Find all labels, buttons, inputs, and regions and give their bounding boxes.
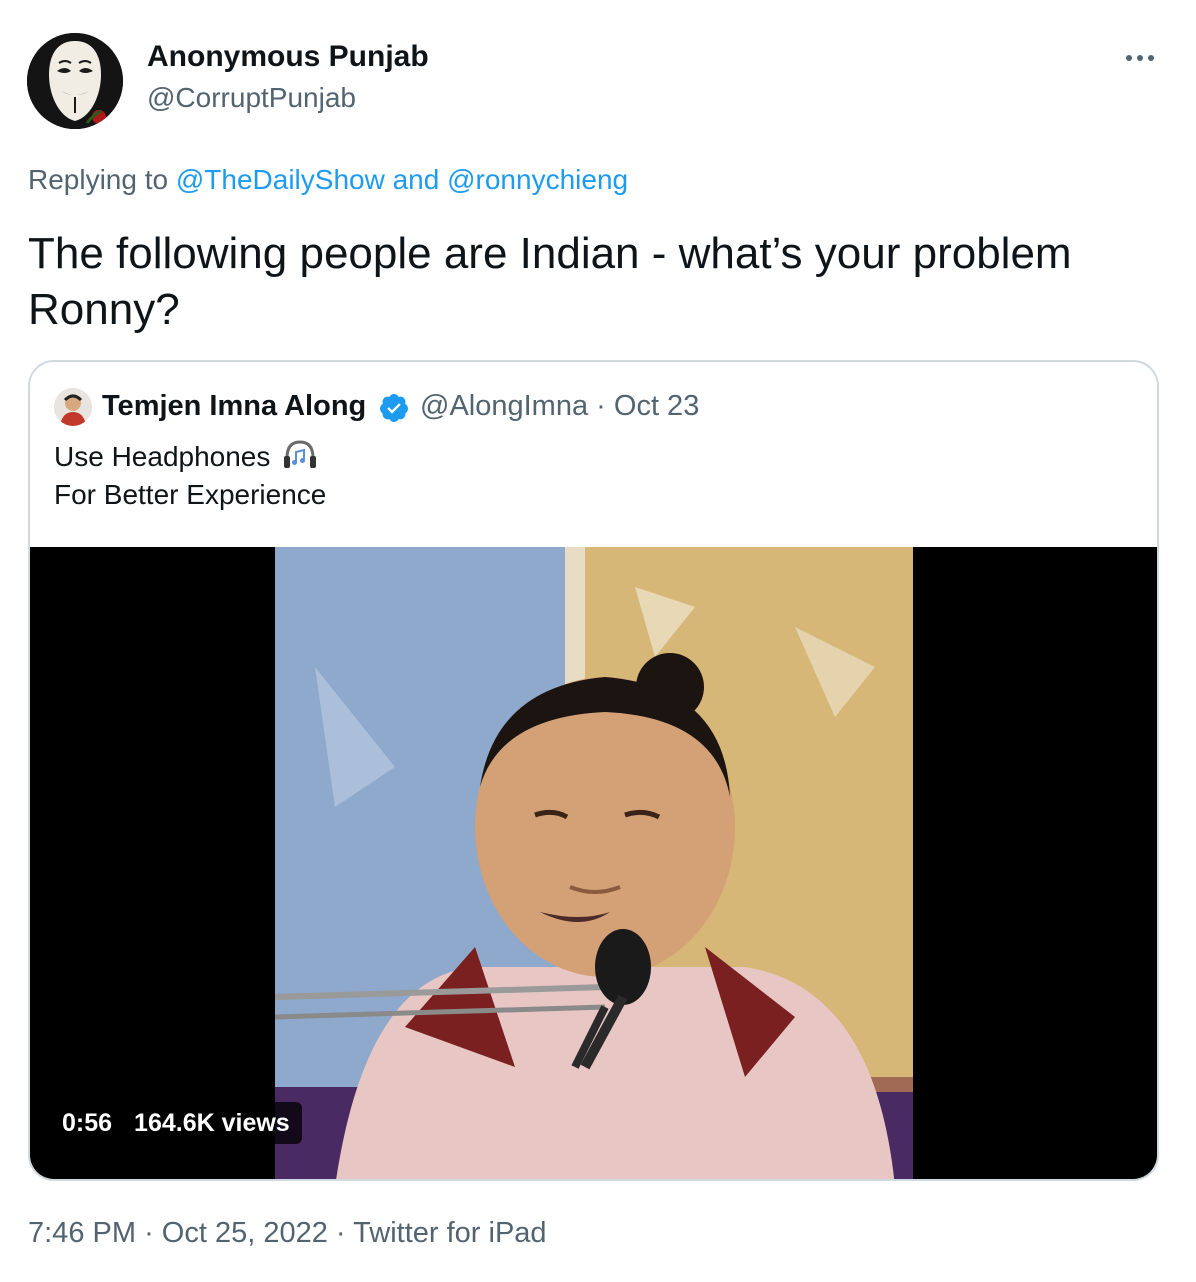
tweet-time[interactable]: 7:46 PM [28, 1217, 136, 1249]
tweet-metadata: 7:46 PM · Oct 25, 2022 · Twitter for iPa… [28, 1217, 547, 1250]
reply-and[interactable]: and [393, 164, 440, 195]
video-thumbnail [275, 547, 913, 1179]
separator: · [335, 1217, 346, 1249]
guy-fawkes-mask-image [27, 33, 123, 129]
quoted-text-line-1-text: Use Headphones [54, 441, 271, 472]
replying-to: Replying to @TheDailyShow and @ronnychie… [28, 164, 628, 196]
quoted-author-avatar[interactable] [54, 388, 92, 426]
dot [1126, 55, 1132, 61]
quoted-meta: @AlongImna · Oct 23 [420, 390, 699, 423]
tweet-source[interactable]: Twitter for iPad [353, 1217, 546, 1249]
video-frame-image [275, 547, 913, 1179]
tweet-date[interactable]: Oct 25, 2022 [162, 1217, 328, 1249]
author-handle[interactable]: @CorruptPunjab [147, 82, 356, 114]
video-stats-badge: 0:56 164.6K views [50, 1102, 302, 1144]
dot [1137, 55, 1143, 61]
reply-mention-the-daily-show[interactable]: @TheDailyShow [176, 164, 385, 195]
headphones-icon [284, 440, 317, 468]
more-options-icon[interactable] [1122, 44, 1158, 72]
dot [1148, 55, 1154, 61]
verified-badge-icon [379, 394, 408, 422]
quoted-author-name[interactable]: Temjen Imna Along [102, 390, 366, 423]
author-avatar[interactable] [27, 33, 123, 129]
separator: · [144, 1217, 154, 1249]
video-player[interactable]: 0:56 164.6K views [30, 547, 1157, 1179]
quoted-tweet[interactable]: Temjen Imna Along @AlongImna · Oct 23 Us… [28, 360, 1159, 1181]
quoted-text-line-1: Use Headphones [54, 438, 318, 473]
reply-prefix: Replying to [28, 164, 169, 195]
meta-separator: · [596, 390, 606, 422]
tweet-text: The following people are Indian - what’s… [28, 229, 1072, 334]
quoted-avatar-image [54, 388, 92, 426]
video-duration: 0:56 [62, 1108, 113, 1137]
quoted-text-line-2: For Better Experience [54, 479, 327, 510]
author-name[interactable]: Anonymous Punjab [147, 40, 429, 74]
video-views: 164.6K views [134, 1108, 290, 1137]
quoted-author-handle[interactable]: @AlongImna [420, 390, 588, 422]
reply-mention-ronny-chieng[interactable]: @ronnychieng [447, 164, 628, 195]
quoted-date[interactable]: Oct 23 [614, 390, 699, 422]
